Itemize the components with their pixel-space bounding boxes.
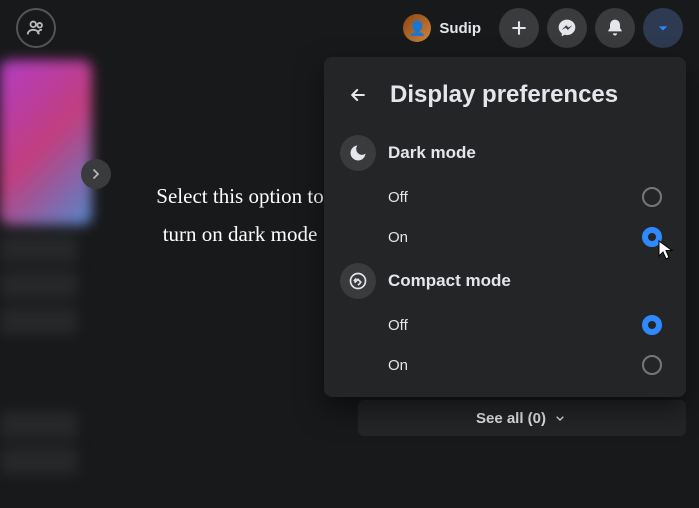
plus-icon [509,18,529,38]
moon-icon-wrap [340,135,376,171]
radio-indicator-selected [642,315,662,335]
groups-button[interactable] [16,8,56,48]
blur-row [0,271,78,299]
user-name: Sudip [439,20,481,37]
moon-icon [348,143,368,163]
topbar-right: 👤 Sudip [399,8,683,48]
radio-label: On [388,229,408,246]
messenger-icon [557,18,577,38]
panel-title: Display preferences [390,81,618,109]
panel-header: Display preferences [332,69,678,129]
radio-label: On [388,357,408,374]
user-profile-chip[interactable]: 👤 Sudip [399,10,491,46]
radio-indicator [642,355,662,375]
display-preferences-panel: Display preferences Dark mode Off On Com… [324,57,686,397]
radio-label: Off [388,317,408,334]
back-button[interactable] [340,77,376,113]
bell-icon [605,18,625,38]
story-card[interactable] [0,60,92,225]
account-menu-button[interactable] [643,8,683,48]
blur-row [0,411,78,439]
annotation-text: Select this option to turn on dark mode [150,178,330,254]
compact-icon [348,271,368,291]
dark-mode-title: Dark mode [388,143,476,163]
messenger-button[interactable] [547,8,587,48]
caret-down-icon [653,18,673,38]
radio-indicator-selected [642,227,662,247]
blur-row [0,307,78,335]
compact-icon-wrap [340,263,376,299]
dark-mode-on-option[interactable]: On [332,217,678,257]
topbar: 👤 Sudip [0,0,699,56]
topbar-left [16,8,56,48]
radio-label: Off [388,189,408,206]
see-all-label: See all (0) [476,410,546,427]
chevron-down-icon [552,410,568,426]
compact-mode-off-option[interactable]: Off [332,305,678,345]
radio-indicator [642,187,662,207]
avatar: 👤 [403,14,431,42]
chevron-right-icon [88,166,104,182]
compact-mode-on-option[interactable]: On [332,345,678,385]
compact-mode-title: Compact mode [388,271,511,291]
expand-stories-button[interactable] [81,159,111,189]
blur-row [0,447,78,475]
groups-icon [25,17,47,39]
dark-mode-off-option[interactable]: Off [332,177,678,217]
blur-row [0,235,78,263]
left-sidebar-blurred [0,60,98,500]
dark-mode-section-header: Dark mode [332,129,678,177]
compact-mode-section-header: Compact mode [332,257,678,305]
arrow-left-icon [348,85,368,105]
notifications-button[interactable] [595,8,635,48]
see-all-button[interactable]: See all (0) [358,400,686,436]
create-button[interactable] [499,8,539,48]
